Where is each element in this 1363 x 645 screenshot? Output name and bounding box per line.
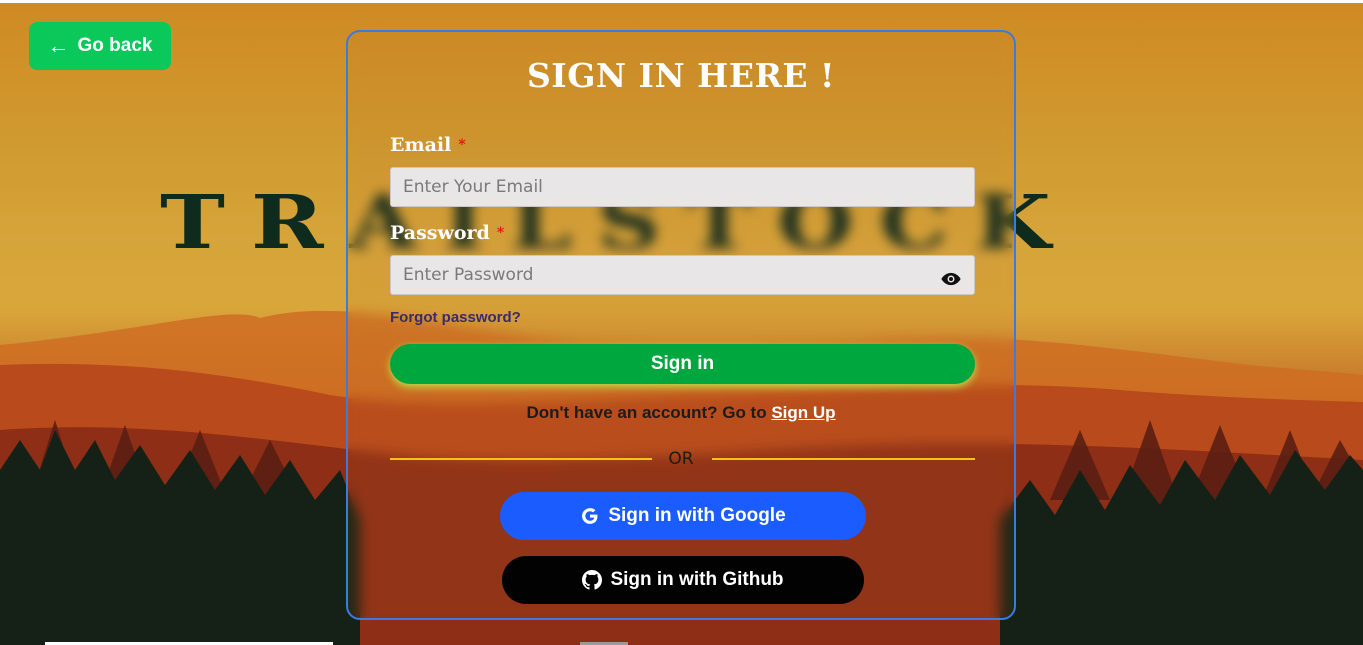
arrow-left-icon: ←: [47, 33, 70, 58]
email-label-text: Email: [390, 134, 452, 156]
signup-prompt: Don't have an account? Go to Sign Up: [348, 403, 1014, 423]
password-input[interactable]: [390, 255, 975, 295]
sign-in-button[interactable]: Sign in: [390, 344, 975, 384]
signin-card: SIGN IN HERE ! Email * Password * Forgot p…: [346, 30, 1016, 620]
github-icon: [582, 570, 603, 590]
required-mark: *: [458, 137, 466, 153]
forgot-password-link[interactable]: Forgot password?: [390, 309, 521, 326]
signup-prompt-text: Don't have an account? Go to: [526, 403, 767, 422]
eye-icon[interactable]: [940, 272, 962, 286]
sign-in-github-button[interactable]: Sign in with Github: [502, 556, 864, 604]
go-back-label: Go back: [77, 35, 153, 56]
page-title: SIGN IN HERE !: [526, 56, 836, 95]
email-input[interactable]: [390, 167, 975, 207]
sign-up-link[interactable]: Sign Up: [771, 403, 835, 422]
divider-right: [712, 458, 975, 460]
password-label-text: Password: [390, 222, 490, 244]
password-label: Password *: [390, 222, 504, 244]
github-button-label: Sign in with Github: [610, 569, 784, 590]
email-label: Email *: [390, 134, 466, 156]
google-button-label: Sign in with Google: [608, 505, 786, 526]
go-back-button[interactable]: ← Go back: [29, 22, 171, 70]
login-page: TRAILSTOCK ← Go back SIGN IN HERE ! Emai…: [0, 0, 1363, 645]
sign-in-google-button[interactable]: Sign in with Google: [500, 492, 866, 540]
google-icon: [582, 508, 598, 524]
required-mark: *: [496, 225, 505, 241]
